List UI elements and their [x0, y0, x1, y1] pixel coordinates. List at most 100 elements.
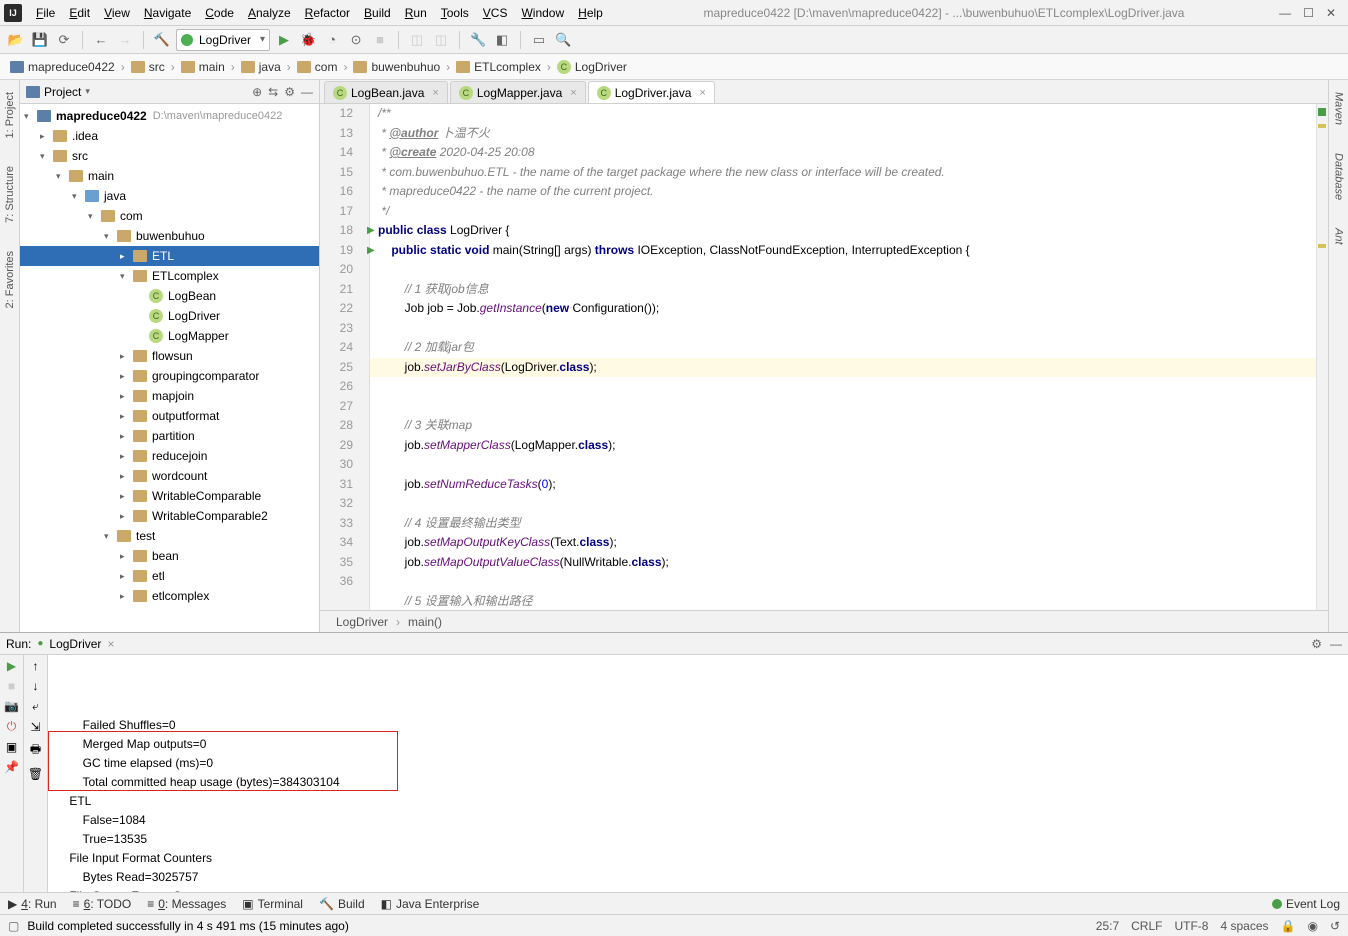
wrench-icon[interactable]: 🔧	[468, 30, 488, 50]
exit-icon[interactable]: ⏻	[7, 719, 17, 734]
profile-icon[interactable]: ⊙	[346, 30, 366, 50]
project-tree[interactable]: ▾ mapreduce0422 D:\maven\mapreduce0422 ▸…	[20, 104, 319, 632]
run-output[interactable]: Failed Shuffles=0 Merged Map outputs=0 G…	[48, 655, 1348, 892]
down-icon[interactable]: ↓	[33, 679, 39, 693]
tree-item-com[interactable]: ▾com	[20, 206, 319, 226]
crumb-class[interactable]: LogDriver	[336, 615, 388, 629]
hide-icon[interactable]: —	[1330, 637, 1342, 651]
coverage-icon[interactable]: ◔	[322, 30, 342, 50]
editor-tab-LogDriver.java[interactable]: CLogDriver.java×	[588, 81, 715, 103]
tree-item-WritableComparable2[interactable]: ▸WritableComparable2	[20, 506, 319, 526]
tree-item-wordcount[interactable]: ▸wordcount	[20, 466, 319, 486]
tree-item-etl[interactable]: ▸etl	[20, 566, 319, 586]
run-icon[interactable]: ▶	[274, 30, 294, 50]
tree-item-reducejoin[interactable]: ▸reducejoin	[20, 446, 319, 466]
locate-icon[interactable]: ⊕	[252, 85, 262, 99]
tool-window-toggle-icon[interactable]: ▢	[8, 919, 19, 933]
back-icon[interactable]: ←	[91, 30, 111, 50]
search-icon[interactable]: 🔍	[553, 30, 573, 50]
tree-item-java[interactable]: ▾java	[20, 186, 319, 206]
tree-item-buwenbuhuo[interactable]: ▾buwenbuhuo	[20, 226, 319, 246]
breadcrumb-com[interactable]: com	[295, 59, 340, 75]
breadcrumb-buwenbuhuo[interactable]: buwenbuhuo	[351, 59, 442, 75]
run-config-label[interactable]: LogDriver	[49, 637, 101, 651]
code-area[interactable]: /** * @author 卜温不火 * @create 2020-04-25 …	[370, 104, 1316, 610]
vcs2-icon[interactable]: ◫	[431, 30, 451, 50]
event-log-button[interactable]: Event Log	[1286, 897, 1340, 911]
tree-item-outputformat[interactable]: ▸outputformat	[20, 406, 319, 426]
collapse-icon[interactable]: ⇆	[268, 85, 278, 99]
forward-icon[interactable]: →	[115, 30, 135, 50]
bottom-tool-build[interactable]: 🔨Build	[319, 897, 365, 911]
tree-item-flowsun[interactable]: ▸flowsun	[20, 346, 319, 366]
build-icon[interactable]: 🔨	[152, 30, 172, 50]
up-icon[interactable]: ↑	[33, 659, 39, 673]
scroll-icon[interactable]: ⇲	[30, 720, 40, 734]
lock-icon[interactable]: 🔒	[1281, 919, 1296, 933]
close-tab-icon[interactable]: ×	[570, 87, 576, 99]
tree-item-src[interactable]: ▾src	[20, 146, 319, 166]
menu-analyze[interactable]: Analyze	[242, 4, 297, 22]
menu-file[interactable]: File	[30, 4, 61, 22]
hide-panel-icon[interactable]: —	[301, 85, 313, 99]
open-icon[interactable]: 📂	[6, 30, 26, 50]
file-encoding[interactable]: UTF-8	[1174, 919, 1208, 933]
pin-icon[interactable]: 📌	[4, 760, 19, 774]
warning-mark-icon[interactable]	[1318, 244, 1326, 248]
debug-icon[interactable]: 🐞	[298, 30, 318, 50]
vcs1-icon[interactable]: ◫	[407, 30, 427, 50]
sync-icon[interactable]: ⟳	[54, 30, 74, 50]
tool-2-favorites[interactable]: 2: Favorites	[4, 247, 16, 312]
menu-navigate[interactable]: Navigate	[138, 4, 197, 22]
editor-tab-LogBean.java[interactable]: CLogBean.java×	[324, 81, 448, 103]
warning-mark-icon[interactable]	[1318, 124, 1326, 128]
bottom-tool-4-run[interactable]: ▶4: Run	[8, 897, 57, 911]
tree-item-.idea[interactable]: ▸.idea	[20, 126, 319, 146]
editor-tab-LogMapper.java[interactable]: CLogMapper.java×	[450, 81, 586, 103]
inspect-icon[interactable]: ◉	[1307, 919, 1317, 933]
breadcrumb-LogDriver[interactable]: CLogDriver	[555, 59, 629, 75]
bottom-tool-terminal[interactable]: ▣Terminal	[242, 897, 303, 911]
breadcrumb-src[interactable]: src	[129, 59, 167, 75]
tree-item-etlcomplex[interactable]: ▸etlcomplex	[20, 586, 319, 606]
bottom-tool-0-messages[interactable]: ≡0: Messages	[147, 897, 226, 911]
menu-edit[interactable]: Edit	[63, 4, 96, 22]
tree-item-ETLcomplex[interactable]: ▾ETLcomplex	[20, 266, 319, 286]
tool-database[interactable]: Database	[1333, 149, 1345, 204]
menu-refactor[interactable]: Refactor	[299, 4, 356, 22]
project-panel-title[interactable]: Project ▾	[26, 85, 248, 99]
stop-icon[interactable]: ■	[8, 679, 15, 693]
close-icon[interactable]: ✕	[1326, 6, 1336, 20]
menu-tools[interactable]: Tools	[435, 4, 475, 22]
menu-help[interactable]: Help	[572, 4, 609, 22]
tool-maven[interactable]: Maven	[1333, 88, 1345, 129]
menu-view[interactable]: View	[98, 4, 136, 22]
rerun-icon[interactable]: ▶	[7, 659, 16, 673]
camera-icon[interactable]: 📷	[4, 699, 19, 713]
memory-icon[interactable]: ↺	[1330, 919, 1340, 933]
run-config-combo[interactable]: LogDriver	[176, 29, 270, 51]
tree-root[interactable]: ▾ mapreduce0422 D:\maven\mapreduce0422	[20, 106, 319, 126]
bottom-tool-6-todo[interactable]: ≡6: TODO	[73, 897, 132, 911]
close-tab-icon[interactable]: ×	[432, 87, 438, 99]
tree-item-partition[interactable]: ▸partition	[20, 426, 319, 446]
breadcrumb-mapreduce0422[interactable]: mapreduce0422	[8, 59, 117, 75]
crumb-method[interactable]: main()	[408, 615, 442, 629]
gear-icon[interactable]: ⚙	[284, 85, 295, 99]
tree-item-test[interactable]: ▾test	[20, 526, 319, 546]
caret-position[interactable]: 25:7	[1096, 919, 1119, 933]
menu-window[interactable]: Window	[515, 4, 570, 22]
minimize-icon[interactable]: —	[1279, 6, 1291, 20]
run-gutter-icon[interactable]: ▶	[367, 241, 375, 261]
layout-icon[interactable]: ▣	[6, 740, 17, 754]
group-icon[interactable]: ▭	[529, 30, 549, 50]
tree-item-LogBean[interactable]: CLogBean	[20, 286, 319, 306]
breadcrumb-ETLcomplex[interactable]: ETLcomplex	[454, 59, 543, 75]
close-tab-icon[interactable]: ×	[699, 87, 705, 99]
trash-icon[interactable]: 🗑	[28, 767, 43, 781]
tool-1-project[interactable]: 1: Project	[4, 88, 16, 142]
wrap-icon[interactable]: ⤶	[32, 699, 39, 714]
menu-code[interactable]: Code	[199, 4, 240, 22]
run-gutter-icon[interactable]: ▶	[367, 221, 375, 241]
indent-setting[interactable]: 4 spaces	[1220, 919, 1268, 933]
